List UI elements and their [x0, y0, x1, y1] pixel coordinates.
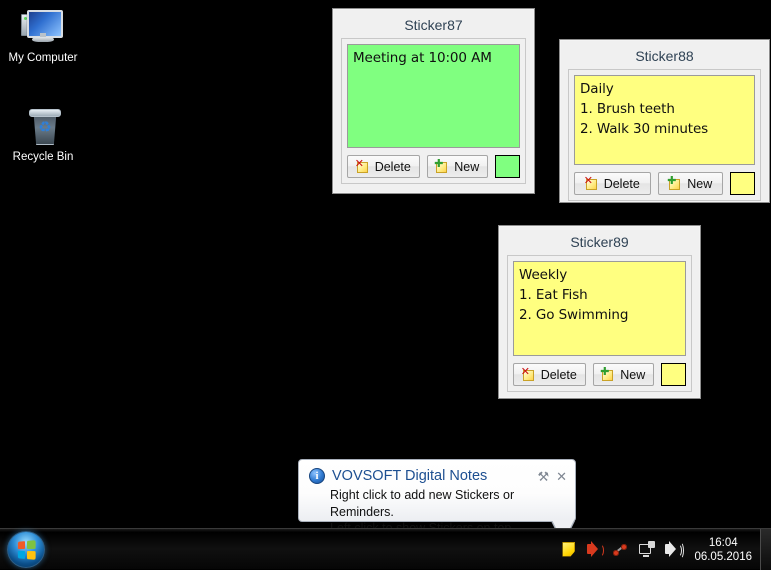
speakers-tray-icon[interactable] [662, 539, 685, 561]
new-button-label: New [687, 176, 713, 191]
network-tray-icon[interactable] [636, 539, 658, 561]
close-icon[interactable]: ✕ [556, 470, 567, 483]
sticker-note-text[interactable]: Daily 1. Brush teeth 2. Walk 30 minutes [574, 75, 755, 165]
sticker-title: Sticker87 [404, 17, 463, 33]
note-delete-icon: ✕ [584, 175, 599, 191]
sticker-window[interactable]: Sticker87 Meeting at 10:00 AM ✕ Delete ✚… [332, 8, 535, 194]
wrench-icon[interactable]: ⚒ [537, 470, 549, 483]
taskbar-clock[interactable]: 16:04 06.05.2016 [686, 529, 760, 570]
sticker-body: Daily 1. Brush teeth 2. Walk 30 minutes … [568, 69, 761, 201]
note-add-icon: ✚ [600, 366, 615, 382]
volume-muted-tray-icon[interactable] [584, 539, 606, 561]
new-button[interactable]: ✚ New [657, 172, 723, 195]
windows-logo-icon [17, 540, 36, 560]
desktop-icon-recycle-bin[interactable]: Recycle Bin [2, 105, 84, 164]
computer-icon [19, 6, 67, 48]
desktop-icon-my-computer[interactable]: My Computer [2, 6, 84, 65]
delete-button-label: Delete [374, 159, 411, 174]
balloon-header: i VOVSOFT Digital Notes ⚒ ✕ [299, 460, 575, 484]
sticker-body: Weekly 1. Eat Fish 2. Go Swimming ✕ Dele… [507, 255, 692, 392]
delete-button[interactable]: ✕ Delete [347, 155, 420, 178]
new-button-label: New [620, 367, 646, 382]
sticker-window[interactable]: Sticker88 Daily 1. Brush teeth 2. Walk 3… [559, 39, 770, 203]
sticker-title: Sticker89 [570, 234, 629, 250]
recycle-bin-icon [19, 105, 67, 147]
delete-button-label: Delete [540, 367, 577, 382]
show-desktop-button[interactable] [760, 529, 771, 570]
desktop-icon-label: Recycle Bin [12, 151, 74, 163]
note-add-icon: ✚ [667, 175, 682, 191]
taskbar[interactable]: 16:04 06.05.2016 [0, 528, 771, 570]
balloon-line-1: Right click to add new Stickers or Remin… [330, 488, 515, 519]
sticker-button-row: ✕ Delete ✚ New [513, 356, 686, 386]
clock-date: 06.05.2016 [694, 550, 752, 563]
digital-notes-tray-icon[interactable] [558, 539, 580, 561]
info-icon: i [309, 468, 325, 484]
new-button-label: New [454, 159, 480, 174]
sticker-button-row: ✕ Delete ✚ New [347, 148, 520, 178]
sticker-note-text[interactable]: Meeting at 10:00 AM [347, 44, 520, 148]
sticker-title: Sticker88 [635, 48, 694, 64]
sticker-body: Meeting at 10:00 AM ✕ Delete ✚ New [341, 38, 526, 184]
new-button[interactable]: ✚ New [426, 155, 488, 178]
sticker-note-text[interactable]: Weekly 1. Eat Fish 2. Go Swimming [513, 261, 686, 356]
notification-balloon[interactable]: i VOVSOFT Digital Notes ⚒ ✕ Right click … [298, 459, 576, 545]
network-problem-tray-icon[interactable] [610, 539, 632, 561]
color-swatch-button[interactable] [730, 172, 755, 195]
delete-button[interactable]: ✕ Delete [574, 172, 651, 195]
note-add-icon: ✚ [434, 158, 449, 174]
sticker-button-row: ✕ Delete ✚ New [574, 165, 755, 195]
delete-button-label: Delete [603, 176, 640, 191]
sticker-window[interactable]: Sticker89 Weekly 1. Eat Fish 2. Go Swimm… [498, 225, 701, 399]
note-delete-icon: ✕ [355, 158, 370, 174]
clock-time: 16:04 [708, 536, 738, 549]
system-tray: 16:04 06.05.2016 [556, 529, 771, 570]
desktop-icon-label: My Computer [8, 52, 78, 64]
balloon-title: VOVSOFT Digital Notes [332, 468, 488, 484]
color-swatch-button[interactable] [495, 155, 520, 178]
delete-button[interactable]: ✕ Delete [513, 363, 586, 386]
color-swatch-button[interactable] [661, 363, 686, 386]
desktop-background[interactable]: My Computer Recycle Bin Sticker87 Meetin… [0, 0, 771, 545]
note-delete-icon: ✕ [521, 366, 536, 382]
start-button[interactable] [7, 531, 45, 568]
new-button[interactable]: ✚ New [592, 363, 654, 386]
